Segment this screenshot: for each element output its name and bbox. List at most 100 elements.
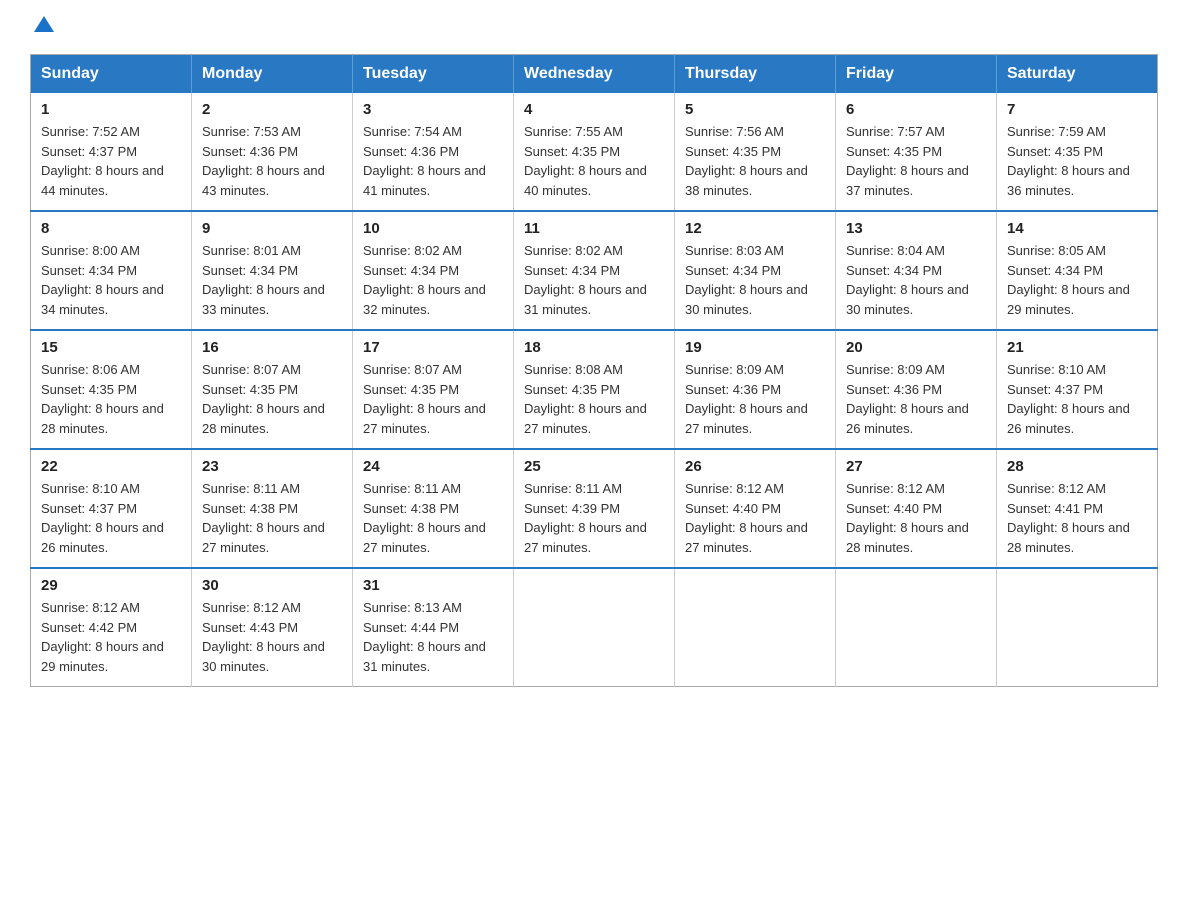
- calendar-cell: 25 Sunrise: 8:11 AM Sunset: 4:39 PM Dayli…: [514, 449, 675, 568]
- calendar-cell: 13 Sunrise: 8:04 AM Sunset: 4:34 PM Dayli…: [836, 211, 997, 330]
- day-number: 25: [524, 458, 664, 475]
- calendar-cell: 2Sunrise: 7:53 AM Sunset: 4:36 PM Daylig…: [192, 93, 353, 211]
- day-number: 18: [524, 339, 664, 356]
- day-info: Sunrise: 8:06 AM Sunset: 4:35 PM Dayligh…: [41, 360, 181, 438]
- calendar-table: SundayMondayTuesdayWednesdayThursdayFrid…: [30, 54, 1158, 687]
- calendar-week-row: 15 Sunrise: 8:06 AM Sunset: 4:35 PM Dayli…: [31, 330, 1158, 449]
- weekday-header-sunday: Sunday: [31, 55, 192, 94]
- day-info: Sunrise: 8:01 AM Sunset: 4:34 PM Dayligh…: [202, 241, 342, 319]
- calendar-cell: 24Sunrise: 8:11 AM Sunset: 4:38 PM Dayli…: [353, 449, 514, 568]
- page-header: [30, 20, 1158, 36]
- calendar-cell: 14Sunrise: 8:05 AM Sunset: 4:34 PM Dayli…: [997, 211, 1158, 330]
- calendar-cell: 29 Sunrise: 8:12 AM Sunset: 4:42 PM Dayli…: [31, 568, 192, 687]
- weekday-header-saturday: Saturday: [997, 55, 1158, 94]
- day-number: 31: [363, 577, 503, 594]
- day-number: 10: [363, 220, 503, 237]
- calendar-cell: [675, 568, 836, 687]
- calendar-cell: 28 Sunrise: 8:12 AM Sunset: 4:41 PM Dayli…: [997, 449, 1158, 568]
- day-info: Sunrise: 8:04 AM Sunset: 4:34 PM Dayligh…: [846, 241, 986, 319]
- day-number: 28: [1007, 458, 1147, 475]
- logo-triangle-icon: [34, 16, 54, 32]
- day-number: 6: [846, 101, 986, 118]
- day-info: Sunrise: 8:05 AM Sunset: 4:34 PM Dayligh…: [1007, 241, 1147, 319]
- calendar-cell: 30Sunrise: 8:12 AM Sunset: 4:43 PM Dayli…: [192, 568, 353, 687]
- day-info: Sunrise: 7:56 AM Sunset: 4:35 PM Dayligh…: [685, 122, 825, 200]
- calendar-cell: 19 Sunrise: 8:09 AM Sunset: 4:36 PM Dayli…: [675, 330, 836, 449]
- day-number: 5: [685, 101, 825, 118]
- weekday-header-friday: Friday: [836, 55, 997, 94]
- calendar-cell: 15 Sunrise: 8:06 AM Sunset: 4:35 PM Dayli…: [31, 330, 192, 449]
- calendar-cell: 11 Sunrise: 8:02 AM Sunset: 4:34 PM Dayli…: [514, 211, 675, 330]
- day-info: Sunrise: 8:10 AM Sunset: 4:37 PM Dayligh…: [41, 479, 181, 557]
- day-number: 16: [202, 339, 342, 356]
- calendar-cell: [997, 568, 1158, 687]
- day-info: Sunrise: 8:07 AM Sunset: 4:35 PM Dayligh…: [202, 360, 342, 438]
- day-number: 1: [41, 101, 181, 118]
- day-info: Sunrise: 7:54 AM Sunset: 4:36 PM Dayligh…: [363, 122, 503, 200]
- day-number: 7: [1007, 101, 1147, 118]
- calendar-cell: 3 Sunrise: 7:54 AM Sunset: 4:36 PM Daylig…: [353, 93, 514, 211]
- day-info: Sunrise: 8:02 AM Sunset: 4:34 PM Dayligh…: [363, 241, 503, 319]
- day-number: 9: [202, 220, 342, 237]
- day-info: Sunrise: 8:02 AM Sunset: 4:34 PM Dayligh…: [524, 241, 664, 319]
- day-info: Sunrise: 7:53 AM Sunset: 4:36 PM Dayligh…: [202, 122, 342, 200]
- day-number: 11: [524, 220, 664, 237]
- day-info: Sunrise: 8:08 AM Sunset: 4:35 PM Dayligh…: [524, 360, 664, 438]
- day-number: 22: [41, 458, 181, 475]
- day-number: 17: [363, 339, 503, 356]
- logo: [30, 20, 54, 36]
- calendar-cell: [514, 568, 675, 687]
- day-info: Sunrise: 8:13 AM Sunset: 4:44 PM Dayligh…: [363, 598, 503, 676]
- calendar-cell: 10 Sunrise: 8:02 AM Sunset: 4:34 PM Dayli…: [353, 211, 514, 330]
- calendar-cell: 26 Sunrise: 8:12 AM Sunset: 4:40 PM Dayli…: [675, 449, 836, 568]
- calendar-cell: 21 Sunrise: 8:10 AM Sunset: 4:37 PM Dayli…: [997, 330, 1158, 449]
- day-info: Sunrise: 7:59 AM Sunset: 4:35 PM Dayligh…: [1007, 122, 1147, 200]
- calendar-cell: 27Sunrise: 8:12 AM Sunset: 4:40 PM Dayli…: [836, 449, 997, 568]
- day-number: 26: [685, 458, 825, 475]
- day-number: 13: [846, 220, 986, 237]
- day-info: Sunrise: 8:12 AM Sunset: 4:40 PM Dayligh…: [685, 479, 825, 557]
- day-info: Sunrise: 8:12 AM Sunset: 4:41 PM Dayligh…: [1007, 479, 1147, 557]
- calendar-week-row: 22 Sunrise: 8:10 AM Sunset: 4:37 PM Dayli…: [31, 449, 1158, 568]
- calendar-cell: 22 Sunrise: 8:10 AM Sunset: 4:37 PM Dayli…: [31, 449, 192, 568]
- calendar-cell: 20 Sunrise: 8:09 AM Sunset: 4:36 PM Dayli…: [836, 330, 997, 449]
- day-info: Sunrise: 7:52 AM Sunset: 4:37 PM Dayligh…: [41, 122, 181, 200]
- day-info: Sunrise: 8:11 AM Sunset: 4:38 PM Dayligh…: [202, 479, 342, 557]
- calendar-week-row: 29 Sunrise: 8:12 AM Sunset: 4:42 PM Dayli…: [31, 568, 1158, 687]
- day-info: Sunrise: 8:10 AM Sunset: 4:37 PM Dayligh…: [1007, 360, 1147, 438]
- calendar-cell: 6 Sunrise: 7:57 AM Sunset: 4:35 PM Daylig…: [836, 93, 997, 211]
- day-info: Sunrise: 7:55 AM Sunset: 4:35 PM Dayligh…: [524, 122, 664, 200]
- day-info: Sunrise: 8:12 AM Sunset: 4:42 PM Dayligh…: [41, 598, 181, 676]
- calendar-cell: 8 Sunrise: 8:00 AM Sunset: 4:34 PM Daylig…: [31, 211, 192, 330]
- day-info: Sunrise: 8:03 AM Sunset: 4:34 PM Dayligh…: [685, 241, 825, 319]
- weekday-header-tuesday: Tuesday: [353, 55, 514, 94]
- calendar-cell: 31 Sunrise: 8:13 AM Sunset: 4:44 PM Dayli…: [353, 568, 514, 687]
- day-number: 23: [202, 458, 342, 475]
- calendar-cell: 9 Sunrise: 8:01 AM Sunset: 4:34 PM Daylig…: [192, 211, 353, 330]
- day-info: Sunrise: 8:09 AM Sunset: 4:36 PM Dayligh…: [846, 360, 986, 438]
- day-number: 3: [363, 101, 503, 118]
- day-info: Sunrise: 8:09 AM Sunset: 4:36 PM Dayligh…: [685, 360, 825, 438]
- day-number: 20: [846, 339, 986, 356]
- day-number: 29: [41, 577, 181, 594]
- calendar-cell: 16 Sunrise: 8:07 AM Sunset: 4:35 PM Dayli…: [192, 330, 353, 449]
- day-info: Sunrise: 8:11 AM Sunset: 4:39 PM Dayligh…: [524, 479, 664, 557]
- day-info: Sunrise: 8:11 AM Sunset: 4:38 PM Dayligh…: [363, 479, 503, 557]
- weekday-header-wednesday: Wednesday: [514, 55, 675, 94]
- day-number: 15: [41, 339, 181, 356]
- day-number: 19: [685, 339, 825, 356]
- day-number: 30: [202, 577, 342, 594]
- calendar-week-row: 8 Sunrise: 8:00 AM Sunset: 4:34 PM Daylig…: [31, 211, 1158, 330]
- day-number: 21: [1007, 339, 1147, 356]
- day-number: 4: [524, 101, 664, 118]
- day-number: 8: [41, 220, 181, 237]
- calendar-cell: 17 Sunrise: 8:07 AM Sunset: 4:35 PM Dayli…: [353, 330, 514, 449]
- day-info: Sunrise: 8:07 AM Sunset: 4:35 PM Dayligh…: [363, 360, 503, 438]
- calendar-week-row: 1 Sunrise: 7:52 AM Sunset: 4:37 PM Daylig…: [31, 93, 1158, 211]
- day-number: 27: [846, 458, 986, 475]
- day-info: Sunrise: 8:00 AM Sunset: 4:34 PM Dayligh…: [41, 241, 181, 319]
- calendar-cell: 1 Sunrise: 7:52 AM Sunset: 4:37 PM Daylig…: [31, 93, 192, 211]
- day-info: Sunrise: 7:57 AM Sunset: 4:35 PM Dayligh…: [846, 122, 986, 200]
- calendar-cell: [836, 568, 997, 687]
- weekday-header-monday: Monday: [192, 55, 353, 94]
